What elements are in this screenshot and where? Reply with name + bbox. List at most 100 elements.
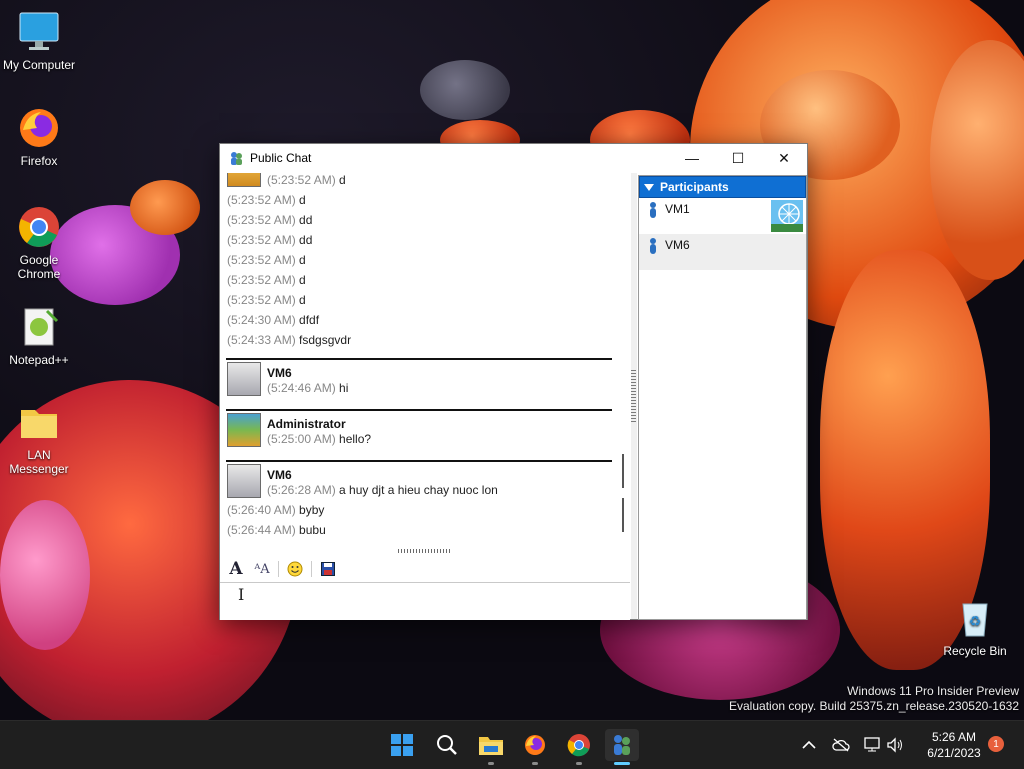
running-indicator [532,762,538,765]
avatar [227,413,261,447]
desktop-icon-lan-messenger[interactable]: LAN Messenger [1,400,77,476]
avatar [227,173,261,187]
clock-date: 6/21/2023 [927,746,981,760]
collapse-triangle-icon [644,183,654,191]
message-line: (5:23:52 AM) d [267,173,346,187]
save-icon[interactable] [318,559,338,579]
lan-messenger-icon [228,150,244,166]
desktop-icon-notepadpp[interactable]: Notepad++ [1,305,77,367]
desktop-icon-my-computer[interactable]: My Computer [1,10,77,72]
cloud-offline-icon[interactable] [831,735,851,755]
message-line: (5:23:52 AM) d [227,273,306,287]
smiley-icon[interactable] [285,559,305,579]
desktop-icon-label: Notepad++ [9,353,69,367]
folder-icon [17,400,61,444]
chrome-icon [17,205,61,249]
sender-name: VM6 [267,366,292,380]
file-explorer-button[interactable] [474,729,508,765]
participant-item[interactable]: VM6 [639,234,806,270]
monitor-icon [17,10,61,54]
sender-name: VM6 [267,468,292,482]
desktop-icon-label: Firefox [20,154,58,168]
network-icon[interactable] [863,735,883,755]
chrome-icon [567,734,590,757]
participant-item[interactable]: VM1 [639,198,806,234]
message-input[interactable]: I [220,582,630,620]
show-hidden-icons-chevron-icon[interactable] [799,735,819,755]
title-bar[interactable]: Public Chat — ☐ ✕ [220,144,807,172]
splitter-grip[interactable] [631,370,636,422]
volume-icon[interactable] [885,735,905,755]
message-line: (5:24:46 AM) hi [267,381,349,395]
watermark-line: Windows 11 Pro Insider Preview [847,684,1019,698]
running-indicator [488,762,494,765]
desktop-icon-label: Google Chrome [17,253,61,281]
format-toolbar: A ᴬA [224,557,632,581]
participants-title: Participants [660,180,729,194]
os-watermark: Windows 11 Pro Insider Preview Evaluatio… [729,684,1019,714]
chrome-button[interactable] [562,729,596,765]
lan-messenger-icon [614,735,630,755]
firefox-button[interactable] [518,729,552,765]
public-chat-window: Public Chat — ☐ ✕ (5:23:52 AM) d (5:23:5… [219,143,808,620]
message-line: (5:23:52 AM) dd [227,233,313,247]
file-explorer-icon [479,737,503,755]
system-clock[interactable]: 5:26 AM 6/21/2023 [912,729,996,761]
text-cursor-icon: I [238,585,245,604]
message-separator [226,409,612,411]
desktop-icon-chrome[interactable]: Google Chrome [1,205,77,281]
desktop-icon-label: My Computer [2,58,76,72]
start-icon [391,734,413,756]
desktop-icon-firefox[interactable]: Firefox [1,106,77,168]
desktop-icon-recycle-bin[interactable]: ♻ Recycle Bin [937,596,1013,658]
message-line: (5:23:52 AM) d [227,293,306,307]
sender-name: Administrator [267,417,346,431]
message-log[interactable]: (5:23:52 AM) d (5:23:52 AM) d (5:23:52 A… [224,173,614,551]
message-line: (5:23:52 AM) d [227,253,306,267]
message-line: (5:25:00 AM) hello? [267,432,372,446]
toolbar-separator [278,561,279,577]
user-status-icon [649,202,657,218]
scroll-indicator [622,498,624,532]
running-indicator [576,762,582,765]
message-separator [226,460,612,462]
message-line: (5:26:28 AM) a huy djt a hieu chay nuoc … [267,483,498,497]
close-button[interactable]: ✕ [761,144,807,172]
avatar [227,464,261,498]
clock-time: 5:26 AM [931,730,977,744]
toolbar-separator [311,561,312,577]
message-line: (5:24:30 AM) dfdf [227,313,320,327]
active-indicator [614,762,630,765]
maximize-button[interactable]: ☐ [715,144,761,172]
start-button[interactable] [385,729,419,761]
search-icon [437,735,457,755]
font-color-icon[interactable]: ᴬA [252,559,272,579]
taskbar: 5:26 AM 6/21/2023 [0,720,1024,769]
participant-name: VM6 [665,238,690,252]
notepadpp-icon [17,305,61,349]
participants-panel: Participants VM1 VM6 [638,175,807,620]
desktop-icon-label: LAN Messenger [9,448,69,476]
notification-badge[interactable]: 1 [988,736,1004,752]
message-line: (5:23:52 AM) d [227,193,306,207]
firefox-icon [525,735,545,755]
desktop-icon-label: Recycle Bin [943,644,1007,658]
user-status-icon [649,238,657,254]
firefox-icon [17,106,61,150]
search-button[interactable] [430,729,464,761]
participant-name: VM1 [665,202,690,216]
svg-text:♻: ♻ [969,613,982,629]
message-line: (5:26:44 AM) bubu [227,523,326,537]
avatar [227,362,261,396]
watermark-line: Evaluation copy. Build 25375.zn_release.… [729,699,1019,713]
font-icon[interactable]: A [226,559,246,579]
scroll-indicator [622,454,624,488]
message-line: (5:26:40 AM) byby [227,503,325,517]
participants-header[interactable]: Participants [639,176,806,198]
recycle-bin-icon: ♻ [953,596,997,640]
horizontal-splitter-grip[interactable] [398,549,452,553]
message-line: (5:24:33 AM) fsdgsgvdr [227,333,352,347]
lan-messenger-button[interactable] [605,729,639,765]
message-separator [226,358,612,360]
minimize-button[interactable]: — [669,144,715,172]
